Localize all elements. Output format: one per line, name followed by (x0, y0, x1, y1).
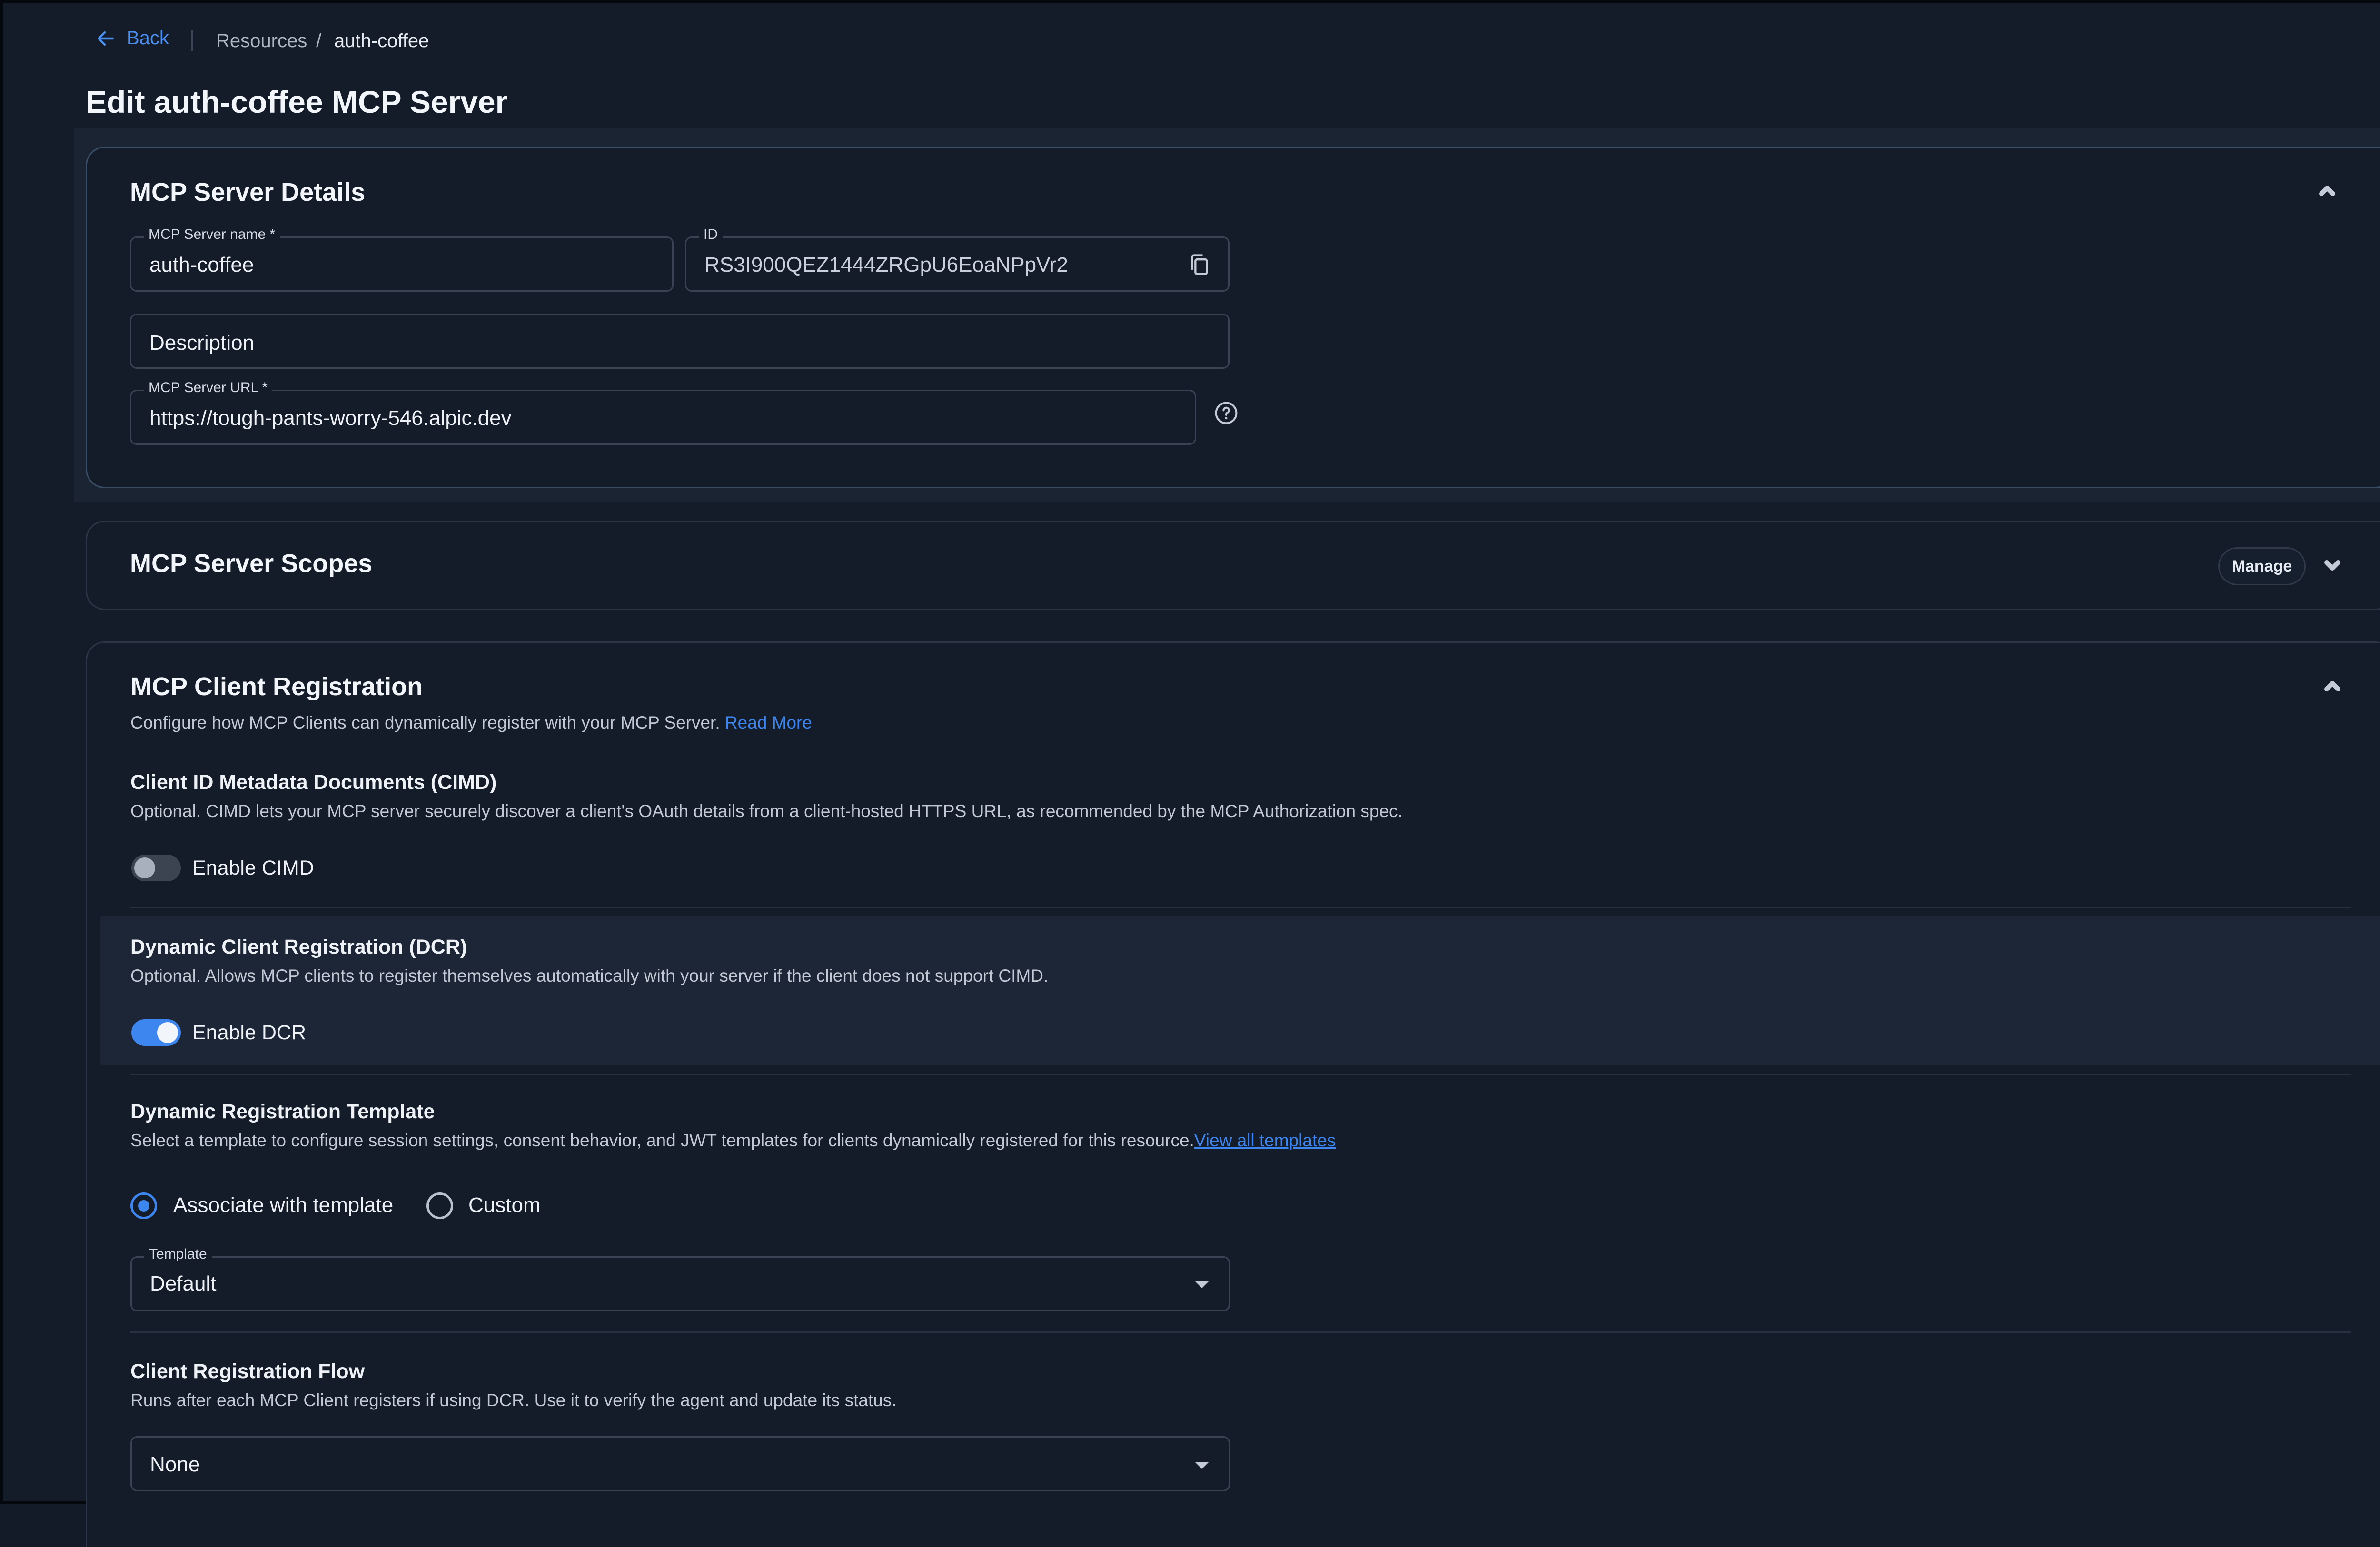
manage-button[interactable]: Manage (2218, 547, 2306, 585)
caret-down-icon (1195, 1281, 1209, 1288)
copy-icon[interactable] (1187, 252, 1212, 277)
template-section-title: Dynamic Registration Template (130, 1100, 435, 1123)
template-select-value: Default (150, 1272, 217, 1295)
cimd-toggle-label: Enable CIMD (192, 857, 314, 879)
cimd-toggle[interactable] (131, 855, 181, 881)
breadcrumb-resources[interactable]: Resources (216, 30, 307, 52)
radio-custom-label[interactable]: Custom (468, 1193, 541, 1217)
client-registration-description: Configure how MCP Clients can dynamicall… (130, 713, 812, 733)
caret-down-icon (1195, 1462, 1209, 1469)
dcr-toggle-label: Enable DCR (192, 1021, 306, 1044)
details-title: MCP Server Details (130, 178, 366, 207)
flow-select[interactable]: None (130, 1436, 1230, 1491)
server-id-field[interactable]: ID RS3I900QEZ1444ZRGpU6EoaNPpVr2 (685, 227, 1230, 292)
server-url-field[interactable]: MCP Server URL * https://tough-pants-wor… (130, 380, 1196, 445)
cimd-description: Optional. CIMD lets your MCP server secu… (130, 801, 1403, 821)
help-icon[interactable] (1213, 400, 1239, 426)
arrow-left-icon (98, 31, 114, 46)
breadcrumb-current: auth-coffee (334, 30, 429, 51)
toggle-knob (134, 857, 155, 878)
view-all-templates-link[interactable]: View all templates (1194, 1131, 1336, 1150)
server-name-label: MCP Server name * (144, 227, 280, 243)
nav-divider (191, 30, 193, 51)
dcr-toggle[interactable] (131, 1019, 181, 1046)
flow-select-value: None (150, 1453, 200, 1476)
details-card: MCP Server Details MCP Server name * aut… (86, 147, 2380, 488)
breadcrumb-separator: / (316, 30, 322, 51)
toggle-knob (157, 1022, 178, 1043)
client-registration-text: Configure how MCP Clients can dynamicall… (130, 713, 720, 732)
radio-associate-template[interactable] (130, 1192, 157, 1219)
section-divider (130, 907, 2351, 908)
cimd-title: Client ID Metadata Documents (CIMD) (130, 771, 497, 794)
template-select-label: Template (144, 1246, 212, 1262)
template-select[interactable]: Template Default (130, 1246, 1230, 1311)
description-field[interactable]: Description (130, 314, 1230, 369)
radio-associate-label[interactable]: Associate with template (173, 1193, 393, 1217)
scopes-card[interactable]: MCP Server Scopes (86, 521, 2380, 610)
page-title: Edit auth-coffee MCP Server (86, 84, 508, 119)
section-divider (130, 1331, 2351, 1333)
server-url-value: https://tough-pants-worry-546.alpic.dev (149, 406, 512, 430)
flow-title: Client Registration Flow (130, 1360, 365, 1383)
dcr-title: Dynamic Client Registration (DCR) (130, 936, 467, 958)
server-name-field[interactable]: MCP Server name * auth-coffee (130, 227, 674, 292)
server-name-value: auth-coffee (149, 253, 254, 276)
description-placeholder: Description (149, 331, 255, 355)
chevron-down-icon[interactable] (2321, 554, 2344, 577)
server-id-label: ID (699, 227, 723, 243)
chevron-up-icon[interactable] (2316, 179, 2339, 202)
template-section-description: Select a template to configure session s… (130, 1131, 1336, 1151)
scopes-title: MCP Server Scopes (130, 549, 373, 578)
read-more-link[interactable]: Read More (725, 713, 812, 732)
radio-custom[interactable] (426, 1192, 453, 1219)
server-id-value: RS3I900QEZ1444ZRGpU6EoaNPpVr2 (704, 253, 1068, 276)
template-section-text: Select a template to configure session s… (130, 1131, 1194, 1150)
client-registration-title: MCP Client Registration (130, 672, 423, 701)
dcr-description: Optional. Allows MCP clients to register… (130, 966, 1049, 985)
section-divider (130, 1074, 2351, 1075)
back-link[interactable]: Back (95, 28, 169, 49)
flow-description: Runs after each MCP Client registers if … (130, 1390, 897, 1410)
back-label: Back (127, 28, 169, 49)
chevron-up-icon[interactable] (2321, 675, 2344, 698)
server-url-label: MCP Server URL * (144, 380, 273, 396)
